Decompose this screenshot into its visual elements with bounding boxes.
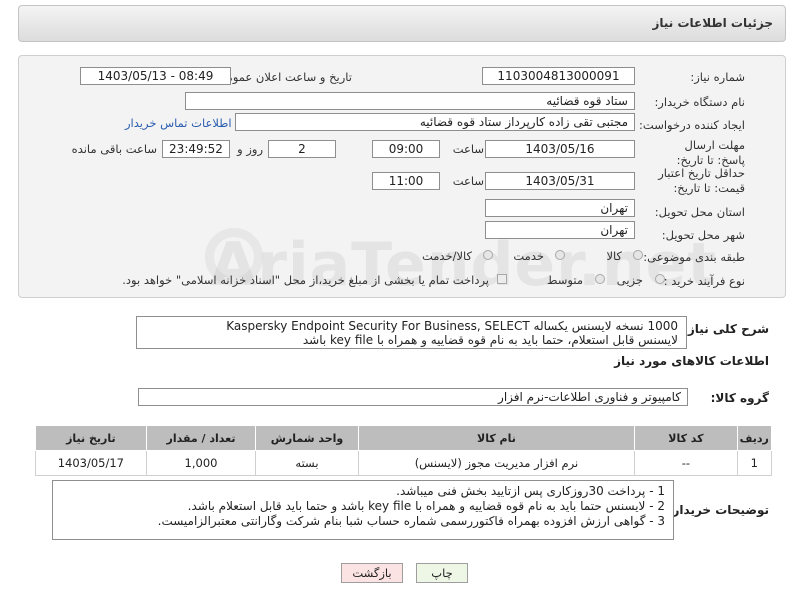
buyer-notes-field[interactable]: 1 - پرداخت 30روزکاری پس ازتایید بخش فنی …: [52, 480, 674, 540]
remaining-time-field[interactable]: 23:49:52: [162, 140, 230, 158]
category-option-goods: کالا: [606, 249, 622, 263]
description-field[interactable]: 1000 نسخه لایسنس یکساله Kaspersky Endpoi…: [136, 316, 687, 349]
validity-time-field[interactable]: 11:00: [372, 172, 440, 190]
announce-label: تاریخ و ساعت اعلان عمومی:: [213, 70, 352, 84]
requester-field[interactable]: مجتبی تقی زاده کارپرداز ستاد قوه قضائیه: [235, 113, 635, 131]
deadline-time-label: ساعت: [452, 142, 484, 156]
need-number-label: شماره نیاز:: [690, 70, 745, 84]
validity-time-label: ساعت: [452, 174, 484, 188]
col-header-item-code: کد کالا: [634, 425, 738, 451]
table-row[interactable]: 1 -- نرم افزار مدیریت مجوز (لایسنس) بسته…: [35, 450, 773, 476]
process-option-minor: جزیی: [616, 273, 643, 287]
requester-label: ایجاد کننده درخواست:: [639, 118, 745, 132]
process-radio-medium[interactable]: [595, 274, 605, 284]
back-button[interactable]: بازگشت: [341, 563, 403, 583]
buyer-org-label: نام دستگاه خریدار:: [654, 95, 745, 109]
need-number-field[interactable]: 1103004813000091: [482, 67, 635, 85]
print-button[interactable]: چاپ: [416, 563, 468, 583]
process-option-medium: متوسط: [546, 273, 583, 287]
cell-item-code: --: [634, 450, 738, 476]
category-option-goods-service: کالا/خدمت: [421, 249, 472, 263]
buyer-note-2: 2 - لایسنس حتما باید به نام قوه قضاییه و…: [187, 499, 665, 513]
goods-group-field[interactable]: کامپیوتر و فناوری اطلاعات-نرم افزار: [138, 388, 688, 406]
deadline-label: مهلت ارسال پاسخ: تا تاریخ:: [676, 138, 745, 167]
col-header-unit: واحد شمارش: [255, 425, 359, 451]
city-label: شهر محل تحویل:: [661, 228, 745, 242]
buyer-contact-link[interactable]: اطلاعات تماس خریدار: [125, 116, 232, 130]
cell-row-number: 1: [736, 450, 773, 476]
category-option-service: خدمت: [513, 249, 544, 263]
category-radio-goods[interactable]: [633, 250, 643, 260]
cell-quantity: 1,000: [145, 450, 257, 476]
description-label: شرح کلی نیاز:: [683, 322, 769, 336]
goods-info-title: اطلاعات کالاهای مورد نیاز: [614, 354, 769, 368]
treasury-payment-checkbox[interactable]: [497, 274, 507, 284]
buyer-note-1: 1 - پرداخت 30روزکاری پس ازتایید بخش فنی …: [396, 484, 665, 498]
province-field[interactable]: تهران: [485, 199, 635, 217]
description-line-1: 1000 نسخه لایسنس یکساله Kaspersky Endpoi…: [226, 319, 678, 333]
category-radio-service[interactable]: [555, 250, 565, 260]
cell-need-date: 1403/05/17: [35, 450, 147, 476]
description-line-2: لایسنس قابل استعلام، حتما باید به نام قو…: [302, 333, 678, 347]
category-radio-goods-service[interactable]: [483, 250, 493, 260]
cell-unit: بسته: [255, 450, 359, 476]
col-header-row-number: ردیف: [736, 425, 773, 451]
province-label: استان محل تحویل:: [654, 205, 745, 219]
buyer-notes-label: توضیحات خریدار:: [667, 503, 769, 517]
city-field[interactable]: تهران: [485, 221, 635, 239]
table-header-row: ردیف کد کالا نام کالا واحد شمارش تعداد /…: [35, 425, 773, 451]
deadline-date-field[interactable]: 1403/05/16: [485, 140, 635, 158]
category-label: طبقه بندی موضوعی:: [643, 250, 745, 264]
days-remaining-field[interactable]: 2: [268, 140, 336, 158]
validity-date-field[interactable]: 1403/05/31: [485, 172, 635, 190]
page-title: جزئیات اطلاعات نیاز: [652, 16, 773, 30]
price-validity-label: حداقل تاریخ اعتبار قیمت: تا تاریخ:: [658, 166, 745, 195]
goods-table: ردیف کد کالا نام کالا واحد شمارش تعداد /…: [35, 425, 773, 476]
col-header-item-name: نام کالا: [357, 425, 636, 451]
process-radio-minor[interactable]: [655, 274, 665, 284]
buyer-org-field[interactable]: ستاد قوه قضائیه: [185, 92, 635, 110]
treasury-payment-text: پرداخت تمام یا بخشی از مبلغ خرید،از محل …: [122, 273, 489, 287]
goods-group-label: گروه کالا:: [710, 391, 769, 405]
days-label: روز و: [237, 142, 263, 156]
announce-datetime-field[interactable]: 1403/05/13 - 08:49: [80, 67, 231, 85]
col-header-quantity: تعداد / مقدار: [145, 425, 257, 451]
buyer-note-3: 3 - گواهی ارزش افزوده بهمراه فاکتوررسمی …: [157, 514, 665, 528]
process-label: نوع فرآیند خرید :: [663, 274, 745, 288]
remaining-label: ساعت باقی مانده: [71, 142, 157, 156]
page-header: جزئیات اطلاعات نیاز: [18, 5, 786, 42]
cell-item-name: نرم افزار مدیریت مجوز (لایسنس): [357, 450, 636, 476]
deadline-time-field[interactable]: 09:00: [372, 140, 440, 158]
col-header-need-date: تاریخ نیاز: [35, 425, 147, 451]
